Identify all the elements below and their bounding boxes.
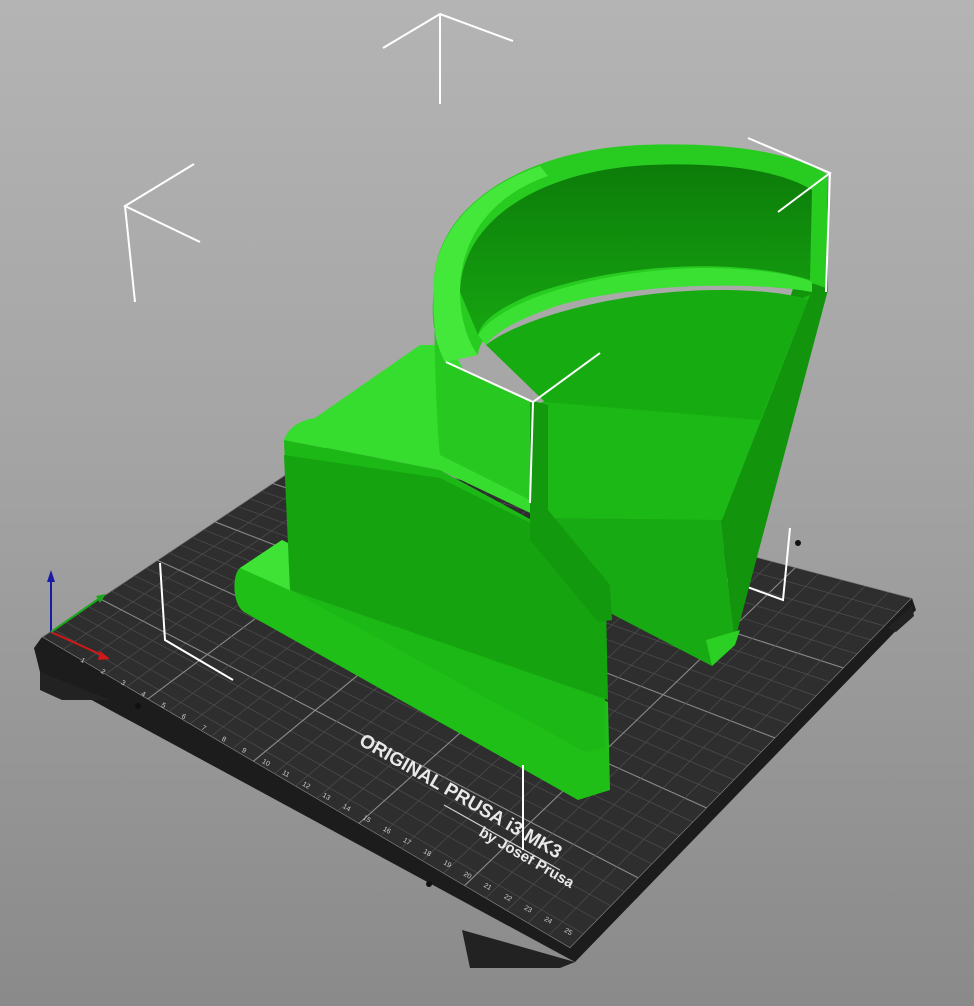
bed-hole	[426, 881, 432, 887]
bed-hole	[795, 540, 801, 546]
3d-viewport[interactable]: 1 2 3 4 5 6 7 8 9 10 11 12 13 14 15 16 17 18 19 20 21 22 23 24 2…	[0, 0, 974, 1006]
z-axis-arrow-icon	[47, 570, 55, 582]
bed-hole	[135, 703, 141, 709]
scene-canvas[interactable]: 1234567891011121314151617181920212223242…	[0, 0, 974, 1006]
